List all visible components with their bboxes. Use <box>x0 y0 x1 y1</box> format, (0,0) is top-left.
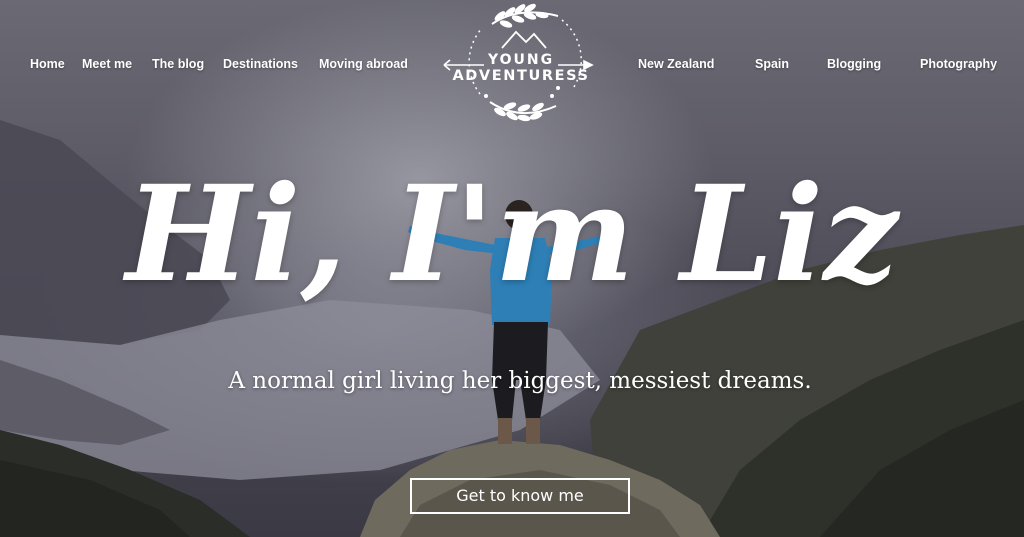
nav-destinations[interactable]: Destinations <box>223 57 298 71</box>
nav-the-blog[interactable]: The blog <box>152 57 204 71</box>
nav-meet-me[interactable]: Meet me <box>82 57 132 71</box>
main-navigation: Home Meet me The blog Destinations Movin… <box>0 0 1024 130</box>
hero-tagline: A normal girl living her biggest, messie… <box>228 368 812 394</box>
nav-spain[interactable]: Spain <box>755 57 789 71</box>
site-logo[interactable]: YOUNG ADVENTURESS <box>440 2 602 128</box>
hero-section: Home Meet me The blog Destinations Movin… <box>0 0 1024 537</box>
logo-text-young: YOUNG <box>487 52 555 68</box>
laurel-icon <box>484 86 560 122</box>
mountain-icon <box>501 30 547 49</box>
laurel-icon <box>491 3 559 28</box>
nav-moving-abroad[interactable]: Moving abroad <box>319 57 408 71</box>
get-to-know-me-button[interactable]: Get to know me <box>410 478 630 514</box>
nav-blogging[interactable]: Blogging <box>827 57 881 71</box>
nav-new-zealand[interactable]: New Zealand <box>638 57 714 71</box>
nav-home[interactable]: Home <box>30 57 65 71</box>
nav-photography[interactable]: Photography <box>920 57 997 71</box>
logo-text-adventuress: ADVENTURESS <box>452 68 590 84</box>
hero-headline: Hi, I'm Liz <box>125 157 899 312</box>
